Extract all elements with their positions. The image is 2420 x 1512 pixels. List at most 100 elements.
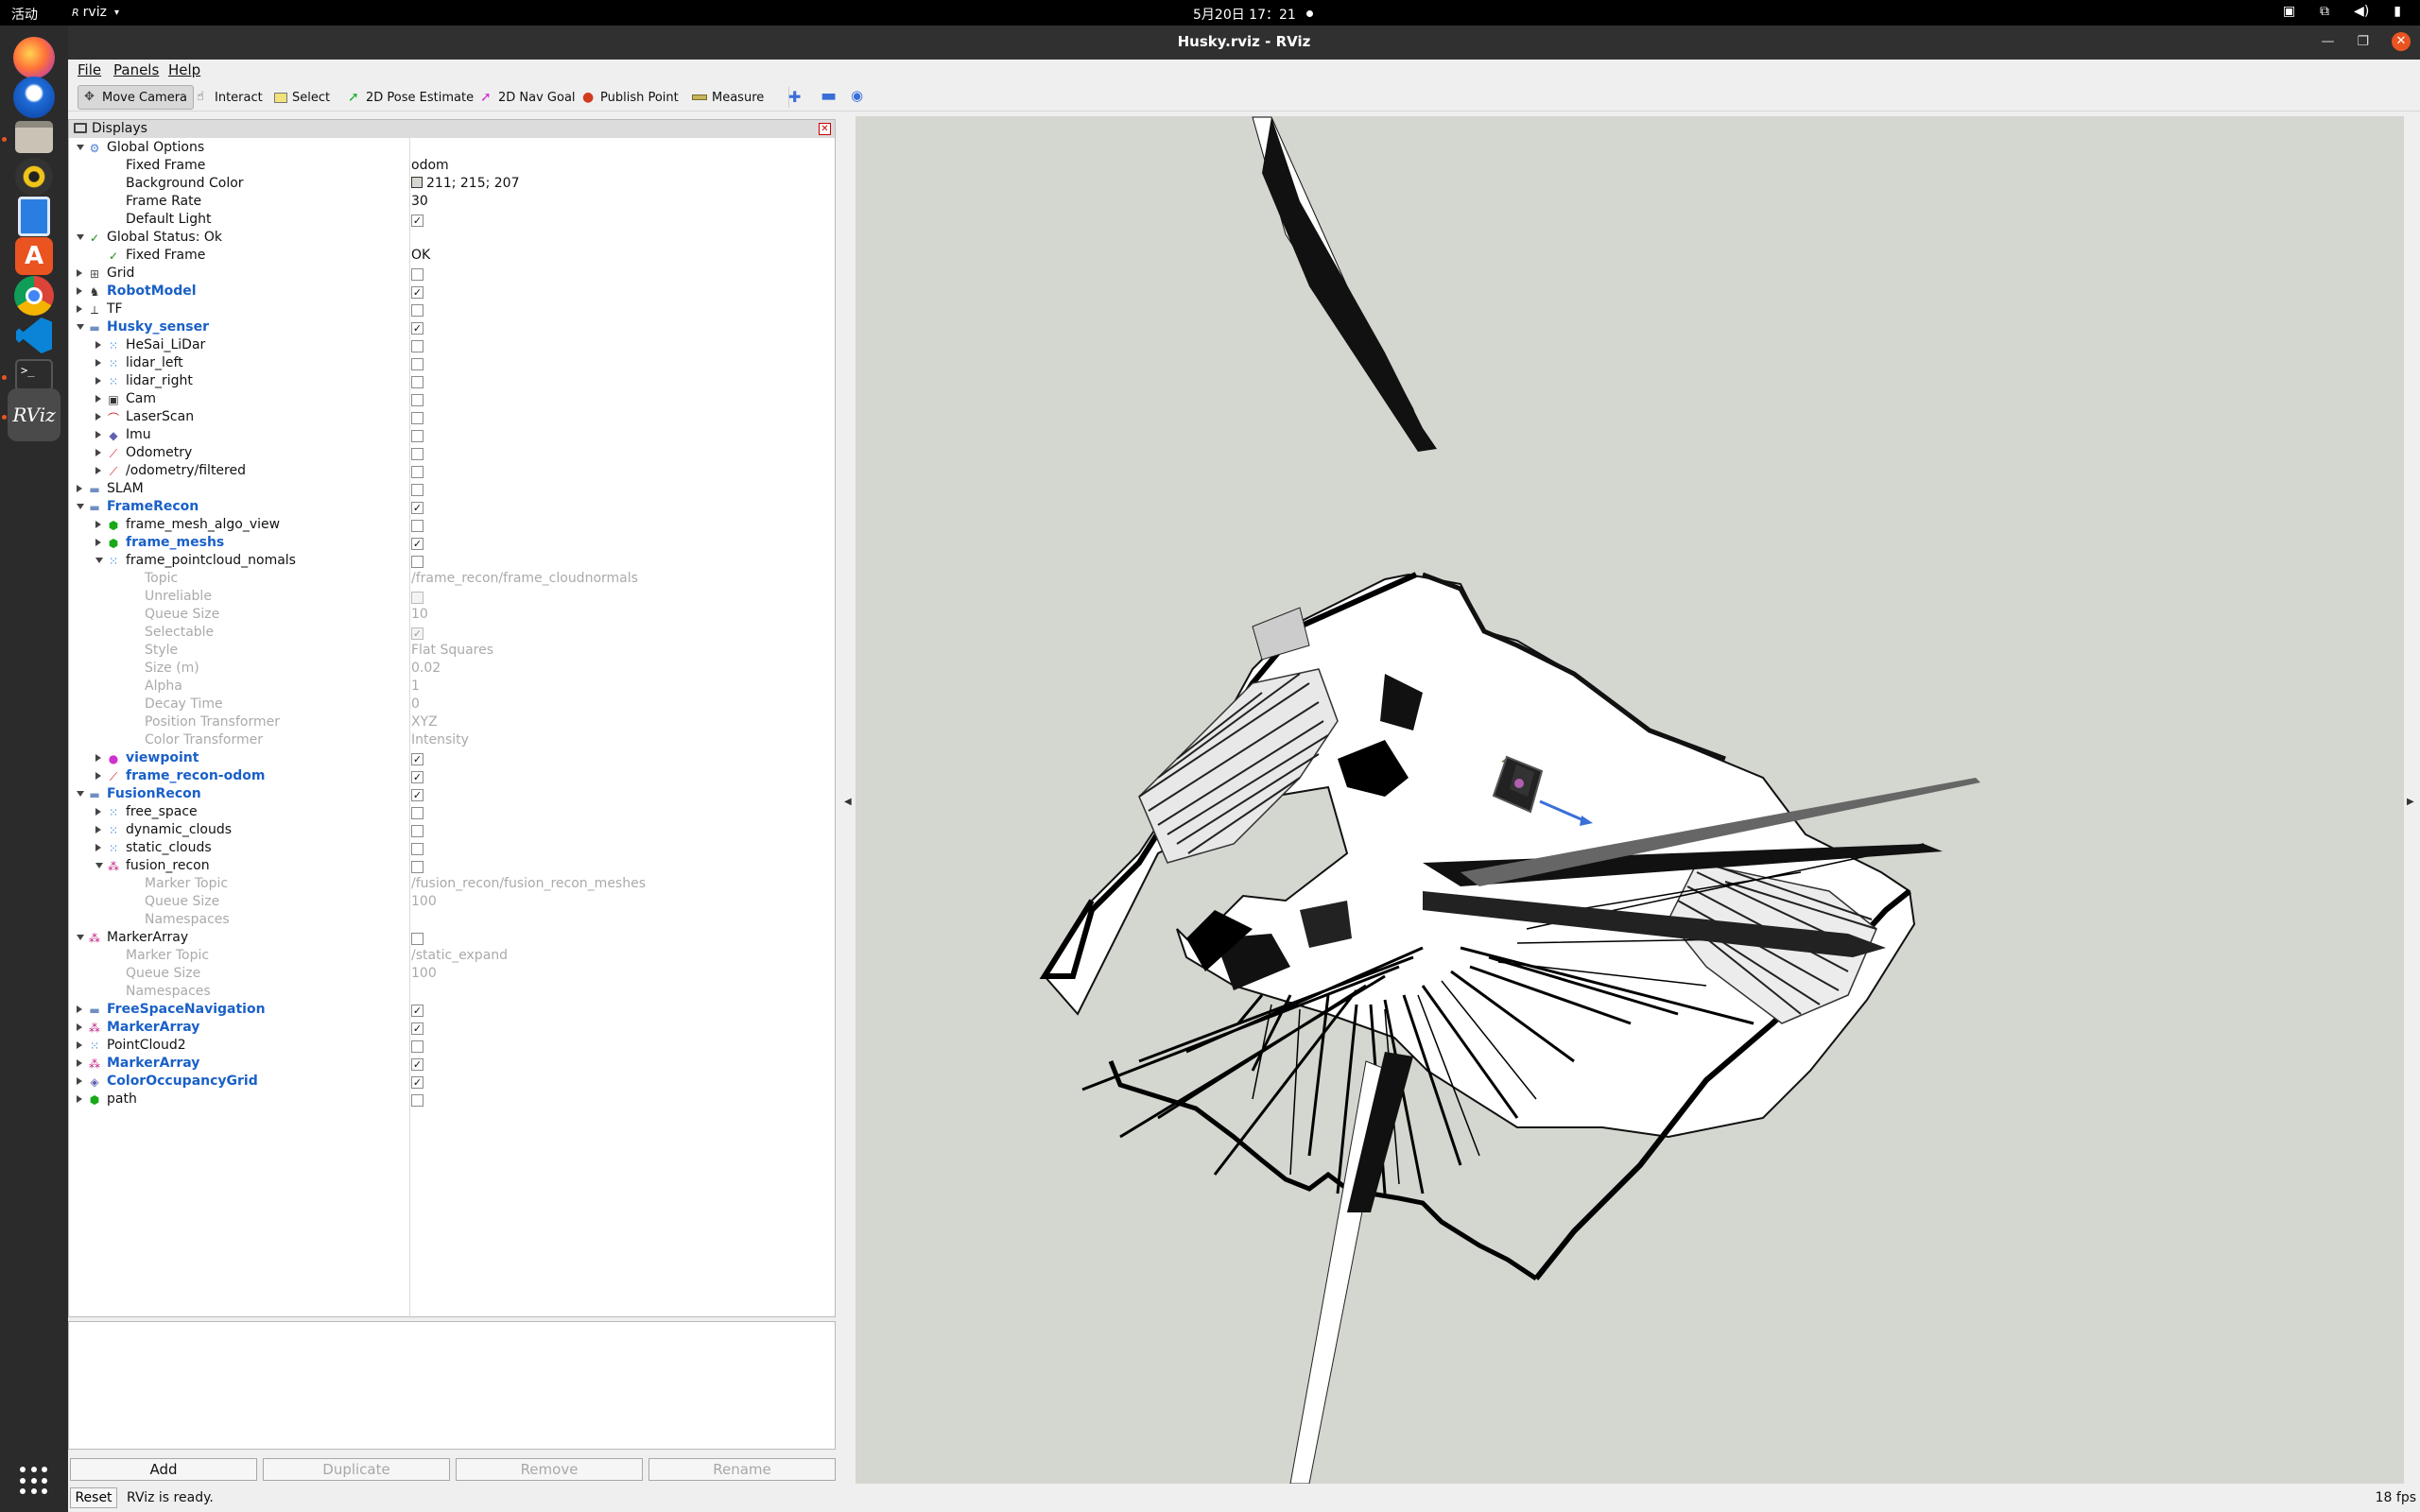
expand-arrow-closed-icon[interactable] [77,485,82,492]
tool-publish-point[interactable]: ● Publish Point [577,85,684,110]
tree-row[interactable]: ▬ FrameRecon ✓ [69,498,835,516]
enable-checkbox[interactable]: ✓ [411,538,424,550]
expand-arrow-closed-icon[interactable] [77,1077,82,1085]
expand-arrow-open-icon[interactable] [77,935,84,940]
tree-row[interactable]: ✓ Fixed Frame OK [69,247,835,265]
expand-arrow-closed-icon[interactable] [77,269,82,277]
dock-rviz[interactable]: RViz [8,388,60,441]
minimize-icon[interactable]: — [2321,34,2334,49]
maximize-icon[interactable]: ❐ [2357,34,2369,49]
tree-row-value[interactable]: 30 [411,194,428,209]
tree-row[interactable]: Size (m) 0.02 [69,660,835,678]
expand-arrow-closed-icon[interactable] [95,844,101,851]
expand-arrow-closed-icon[interactable] [95,521,101,528]
tree-row[interactable]: ▬ FreeSpaceNavigation ✓ [69,1001,835,1019]
menu-help[interactable]: Help [168,61,200,78]
splitter-left-arrow-icon[interactable]: ◀ [844,797,852,807]
enable-checkbox[interactable]: ✓ [411,502,424,514]
expand-arrow-closed-icon[interactable] [77,1041,82,1049]
enable-checkbox[interactable]: ✓ [411,322,424,335]
expand-arrow-closed-icon[interactable] [95,431,101,438]
enable-checkbox[interactable]: ✓ [411,627,424,640]
enable-checkbox[interactable] [411,340,424,352]
tree-row[interactable]: Queue Size 10 [69,606,835,624]
menu-file[interactable]: File [78,61,101,78]
expand-arrow-closed-icon[interactable] [77,287,82,295]
enable-checkbox[interactable] [411,304,424,317]
volume-icon[interactable]: ◀) [2354,4,2369,19]
tree-row[interactable]: Position Transformer XYZ [69,713,835,731]
enable-checkbox[interactable] [411,843,424,855]
expand-arrow-closed-icon[interactable] [95,467,101,474]
tree-row[interactable]: ▣ Cam [69,390,835,408]
tree-row[interactable]: ⬢ frame_meshs ✓ [69,534,835,552]
network-icon[interactable]: ⧉ [2320,4,2329,19]
tree-row[interactable]: Background Color 211; 215; 207 [69,175,835,193]
expand-arrow-closed-icon[interactable] [95,539,101,546]
tree-row[interactable]: ⁂ MarkerArray ✓ [69,1055,835,1073]
tree-row[interactable]: ▬ SLAM [69,480,835,498]
tool-2d-pose-estimate[interactable]: ➚ 2D Pose Estimate [342,85,479,110]
expand-arrow-closed-icon[interactable] [95,449,101,456]
enable-checkbox[interactable] [411,430,424,442]
expand-arrow-open-icon[interactable] [95,863,103,868]
tree-row[interactable]: Namespaces [69,911,835,929]
tree-row[interactable]: ♞ RobotModel ✓ [69,283,835,301]
panel-close-icon[interactable]: ✕ [819,123,831,135]
tree-row[interactable]: ● viewpoint ✓ [69,749,835,767]
screenshot-icon[interactable]: ▣ [2283,4,2295,19]
tree-row[interactable]: ⁂ MarkerArray [69,929,835,947]
tree-row[interactable]: Namespaces [69,983,835,1001]
expand-arrow-closed-icon[interactable] [95,772,101,780]
activities-button[interactable]: 活动 [11,5,38,24]
clock[interactable]: 5月20日 17：21 [1193,5,1296,24]
enable-checkbox[interactable]: ✓ [411,771,424,783]
enable-checkbox[interactable] [411,358,424,370]
tree-row[interactable]: ⬢ path [69,1091,835,1108]
enable-checkbox[interactable] [411,861,424,873]
close-icon[interactable]: ✕ [2392,32,2411,51]
enable-checkbox[interactable]: ✓ [411,1076,424,1089]
tree-row[interactable]: ⁂ MarkerArray ✓ [69,1019,835,1037]
expand-arrow-open-icon[interactable] [77,504,84,509]
color-swatch[interactable] [411,177,423,188]
enable-checkbox[interactable] [411,448,424,460]
displays-tree[interactable]: ⚙ Global Options Fixed Frame odom Background… [69,138,835,1318]
enable-checkbox[interactable] [411,484,424,496]
tree-row[interactable]: ▬ Husky_senser ✓ [69,318,835,336]
tree-row[interactable]: Alpha 1 [69,678,835,696]
rename-button[interactable]: Rename [648,1458,836,1481]
expand-arrow-closed-icon[interactable] [77,305,82,313]
tree-row[interactable]: Fixed Frame odom [69,157,835,175]
enable-checkbox[interactable] [411,807,424,819]
window-titlebar[interactable]: Husky.rviz - RViz — ❐ ✕ [68,26,2420,60]
tree-row[interactable]: ✓ Global Status: Ok [69,229,835,247]
remove-tool-icon[interactable]: ▬ [821,86,837,106]
tree-row[interactable]: Decay Time 0 [69,696,835,713]
tree-row-value[interactable]: 211; 215; 207 [411,176,520,191]
add-button[interactable]: Add [70,1458,257,1481]
tree-row[interactable]: Selectable ✓ [69,624,835,642]
enable-checkbox[interactable] [411,592,424,604]
enable-checkbox[interactable] [411,933,424,945]
tree-row[interactable]: ⟋ Odometry [69,444,835,462]
expand-arrow-open-icon[interactable] [77,145,84,150]
app-menu[interactable]: R rviz ▾ [72,5,119,20]
tree-row[interactable]: ⌒ LaserScan [69,408,835,426]
tree-row[interactable]: Style Flat Squares [69,642,835,660]
enable-checkbox[interactable] [411,376,424,388]
expand-arrow-open-icon[interactable] [77,324,84,330]
expand-arrow-closed-icon[interactable] [77,1023,82,1031]
tree-row[interactable]: Marker Topic/fusion_recon/fusion_recon_m… [69,875,835,893]
tree-row[interactable]: ⟋ frame_recon-odom ✓ [69,767,835,785]
enable-checkbox[interactable] [411,825,424,837]
tree-row[interactable]: Marker Topic/static_expand [69,947,835,965]
tree-row[interactable]: ⬢ frame_mesh_algo_view [69,516,835,534]
enable-checkbox[interactable] [411,556,424,568]
duplicate-button[interactable]: Duplicate [263,1458,450,1481]
tree-row[interactable]: Queue Size 100 [69,965,835,983]
tree-row[interactable]: ⁙ lidar_right [69,372,835,390]
enable-checkbox[interactable]: ✓ [411,789,424,801]
battery-icon[interactable]: ▮ [2394,4,2401,19]
tool-interact[interactable]: ☝ Interact [191,85,268,110]
